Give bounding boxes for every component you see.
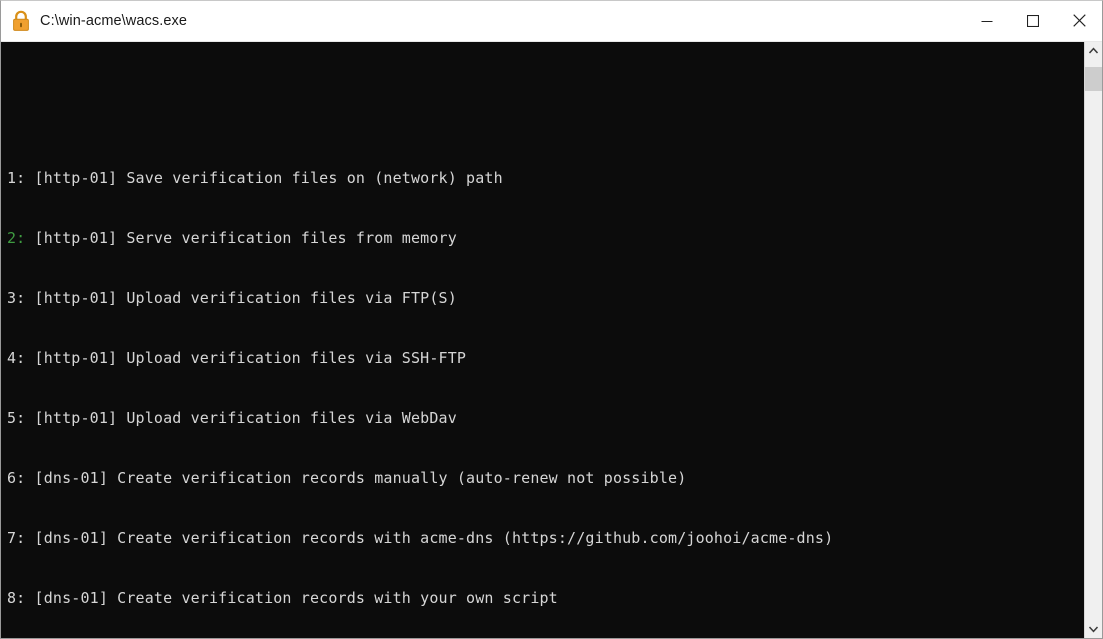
menu-key: 6: <box>7 469 26 487</box>
menu-key: 4: <box>7 349 26 367</box>
menu-item[interactable]: 4: [http-01] Upload verification files v… <box>7 348 1084 368</box>
menu-item[interactable]: 1: [http-01] Save verification files on … <box>7 168 1084 188</box>
menu-item[interactable]: 3: [http-01] Upload verification files v… <box>7 288 1084 308</box>
menu-key: 7: <box>7 529 26 547</box>
menu-item[interactable]: 5: [http-01] Upload verification files v… <box>7 408 1084 428</box>
validation-method-menu: 1: [http-01] Save verification files on … <box>7 128 1084 638</box>
window-title: C:\win-acme\wacs.exe <box>40 13 188 29</box>
title-bar[interactable]: C:\win-acme\wacs.exe <box>1 1 1102 42</box>
menu-label: [http-01] Save verification files on (ne… <box>25 169 503 187</box>
scrollbar-thumb[interactable] <box>1085 67 1102 91</box>
menu-label: [http-01] Upload verification files via … <box>25 289 457 307</box>
title-bar-left: C:\win-acme\wacs.exe <box>1 10 964 32</box>
scroll-up-button[interactable] <box>1085 42 1102 59</box>
console-area: 1: [http-01] Save verification files on … <box>1 42 1102 638</box>
scrollbar-track[interactable] <box>1085 59 1102 621</box>
menu-key: 8: <box>7 589 26 607</box>
wacs-console-window: C:\win-acme\wacs.exe 1: [http-01] Save v… <box>0 0 1103 639</box>
minimize-button[interactable] <box>964 1 1010 40</box>
menu-key: 3: <box>7 289 26 307</box>
window-controls <box>964 1 1102 41</box>
menu-label: [dns-01] Create verification records wit… <box>25 529 834 547</box>
menu-item[interactable]: 6: [dns-01] Create verification records … <box>7 468 1084 488</box>
maximize-icon <box>1027 14 1039 27</box>
padlock-icon <box>13 10 29 31</box>
close-button[interactable] <box>1056 1 1102 40</box>
close-icon <box>1072 14 1086 27</box>
chevron-up-icon <box>1089 47 1098 54</box>
minimize-icon <box>981 20 993 22</box>
scroll-down-button[interactable] <box>1085 621 1102 638</box>
menu-label: [dns-01] Create verification records man… <box>25 469 687 487</box>
menu-label: [http-01] Upload verification files via … <box>25 349 467 367</box>
menu-label: [dns-01] Create verification records wit… <box>25 589 558 607</box>
menu-item[interactable]: 2: [http-01] Serve verification files fr… <box>7 228 1084 248</box>
console-output[interactable]: 1: [http-01] Save verification files on … <box>1 42 1084 638</box>
menu-key: 5: <box>7 409 26 427</box>
vertical-scrollbar[interactable] <box>1084 42 1102 638</box>
chevron-down-icon <box>1089 626 1098 633</box>
menu-label: [http-01] Serve verification files from … <box>25 229 457 247</box>
maximize-button[interactable] <box>1010 1 1056 40</box>
menu-label: [http-01] Upload verification files via … <box>25 409 457 427</box>
menu-item[interactable]: 7: [dns-01] Create verification records … <box>7 528 1084 548</box>
menu-key: 2: <box>7 229 26 247</box>
menu-key: 1: <box>7 169 26 187</box>
menu-item[interactable]: 8: [dns-01] Create verification records … <box>7 588 1084 608</box>
